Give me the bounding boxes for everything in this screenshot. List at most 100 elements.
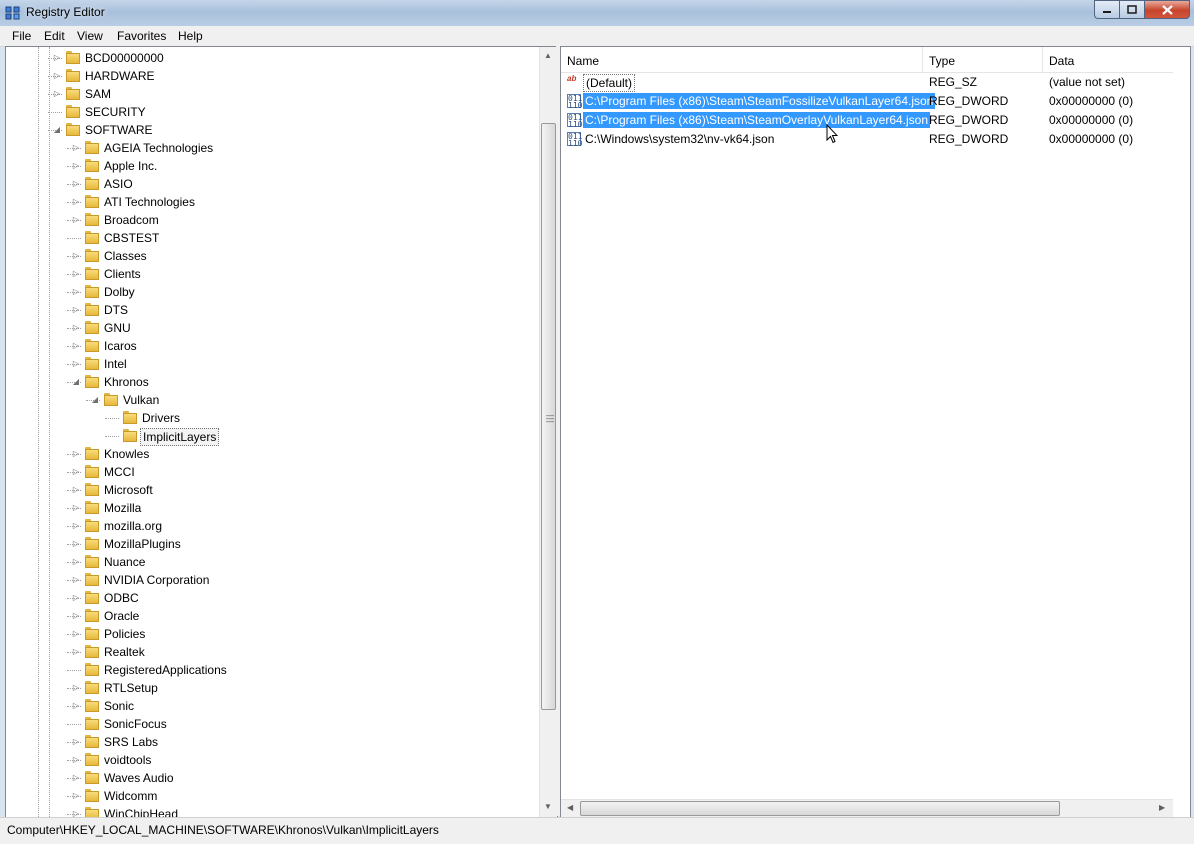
tree-node-label[interactable]: DTS [102, 302, 130, 318]
expand-arrow-icon[interactable]: ▷ [71, 517, 81, 535]
tree-node[interactable]: ◢ SOFTWARE [6, 121, 536, 139]
scroll-down-arrow-icon[interactable]: ▼ [544, 802, 552, 811]
value-name[interactable]: (Default) [583, 74, 636, 92]
expand-arrow-icon[interactable]: ▷ [71, 463, 81, 481]
tree-node[interactable]: SECURITY [6, 103, 536, 121]
tree-node-label[interactable]: Broadcom [102, 212, 161, 228]
expand-arrow-icon[interactable]: ▷ [71, 787, 81, 805]
expand-arrow-icon[interactable]: ▷ [71, 283, 81, 301]
tree-node[interactable]: ▷ GNU [6, 319, 536, 337]
value-name[interactable]: C:\Program Files (x86)\Steam\SteamOverla… [583, 112, 931, 128]
tree-node-label[interactable]: ODBC [102, 590, 141, 606]
column-header-name[interactable]: Name [561, 47, 923, 72]
tree-node[interactable]: ▷ voidtools [6, 751, 536, 769]
tree-node[interactable]: ▷ Widcomm [6, 787, 536, 805]
expand-arrow-icon[interactable]: ▷ [71, 571, 81, 589]
tree-node[interactable]: ▷ Intel [6, 355, 536, 373]
tree-node-label[interactable]: MCCI [102, 464, 137, 480]
tree-node-label[interactable]: Mozilla [102, 500, 143, 516]
tree-node-label[interactable]: Knowles [102, 446, 151, 462]
tree-node-label[interactable]: Classes [102, 248, 149, 264]
title-bar[interactable]: Registry Editor [0, 0, 1194, 26]
tree-node-label[interactable]: Clients [102, 266, 143, 282]
expand-arrow-icon[interactable]: ▷ [71, 157, 81, 175]
expand-arrow-icon[interactable]: ▷ [71, 139, 81, 157]
close-button[interactable] [1144, 0, 1190, 19]
expand-arrow-icon[interactable]: ▷ [71, 301, 81, 319]
tree-node[interactable]: ▷ NVIDIA Corporation [6, 571, 536, 589]
expand-arrow-icon[interactable]: ▷ [71, 733, 81, 751]
tree-node-label[interactable]: ATI Technologies [102, 194, 197, 210]
minimize-button[interactable] [1094, 0, 1119, 19]
values-list-pane[interactable]: Name Type Data ◀ ▶ ab (Default) REG_SZ (val… [560, 46, 1191, 818]
menu-help[interactable]: Help [178, 29, 203, 43]
tree-node[interactable]: ▷ ODBC [6, 589, 536, 607]
tree-scroll-thumb[interactable]: — — — [541, 123, 556, 710]
tree-node-label[interactable]: Waves Audio [102, 770, 176, 786]
tree-node[interactable]: ▷ Oracle [6, 607, 536, 625]
tree-node[interactable]: ▷ Classes [6, 247, 536, 265]
tree-node-label[interactable]: CBSTEST [102, 230, 161, 246]
tree-node-label[interactable]: AGEIA Technologies [102, 140, 215, 156]
key-tree-pane[interactable]: ▷ BCD00000000 ▷ HARDWARE ▷ SAM SECURITY ◢ SOFTWA… [5, 46, 558, 818]
tree-node-label[interactable]: Drivers [140, 410, 182, 426]
tree-node[interactable]: ▷ RTLSetup [6, 679, 536, 697]
expand-arrow-icon[interactable]: ▷ [71, 247, 81, 265]
scroll-left-arrow-icon[interactable]: ◀ [567, 803, 573, 812]
tree-node[interactable]: ▷ Nuance [6, 553, 536, 571]
tree-node[interactable]: SonicFocus [6, 715, 536, 733]
expand-arrow-icon[interactable]: ▷ [71, 355, 81, 373]
expand-arrow-icon[interactable]: ▷ [71, 337, 81, 355]
tree-node-label[interactable]: SAM [83, 86, 113, 102]
tree-node-label[interactable]: Icaros [102, 338, 139, 354]
tree-node[interactable]: ▷ Apple Inc. [6, 157, 536, 175]
tree-node-label[interactable]: Vulkan [121, 392, 161, 408]
maximize-button[interactable] [1119, 0, 1144, 19]
scroll-right-arrow-icon[interactable]: ▶ [1159, 803, 1165, 812]
tree-node[interactable]: ▷ MozillaPlugins [6, 535, 536, 553]
value-row[interactable]: ab (Default) REG_SZ (value not set) [561, 73, 1190, 92]
collapse-arrow-icon[interactable]: ◢ [52, 121, 62, 139]
tree-node-label[interactable]: Intel [102, 356, 129, 372]
tree-node[interactable]: ▷ DTS [6, 301, 536, 319]
tree-node-label[interactable]: ASIO [102, 176, 135, 192]
tree-node[interactable]: ▷ Microsoft [6, 481, 536, 499]
menu-edit[interactable]: Edit [44, 29, 65, 43]
tree-node-label[interactable]: Sonic [102, 698, 136, 714]
expand-arrow-icon[interactable]: ▷ [71, 265, 81, 283]
expand-arrow-icon[interactable]: ▷ [71, 751, 81, 769]
tree-node-label[interactable]: Dolby [102, 284, 137, 300]
column-header-data[interactable]: Data [1043, 47, 1190, 72]
tree-vertical-scrollbar[interactable]: ▲ — — — ▼ [539, 47, 557, 817]
expand-arrow-icon[interactable]: ▷ [71, 553, 81, 571]
expand-arrow-icon[interactable]: ▷ [52, 49, 62, 67]
tree-node[interactable]: ▷ ASIO [6, 175, 536, 193]
expand-arrow-icon[interactable]: ▷ [71, 499, 81, 517]
expand-arrow-icon[interactable]: ▷ [71, 697, 81, 715]
tree-node[interactable]: ▷ Knowles [6, 445, 536, 463]
expand-arrow-icon[interactable]: ▷ [71, 643, 81, 661]
tree-node-label[interactable]: BCD00000000 [83, 50, 166, 66]
expand-arrow-icon[interactable]: ▷ [71, 445, 81, 463]
tree-node-label[interactable]: Widcomm [102, 788, 159, 804]
menu-view[interactable]: View [77, 29, 103, 43]
tree-node-label[interactable]: Policies [102, 626, 147, 642]
expand-arrow-icon[interactable]: ▷ [71, 193, 81, 211]
tree-node[interactable]: ▷ mozilla.org [6, 517, 536, 535]
tree-node[interactable]: ▷ Realtek [6, 643, 536, 661]
tree-node-label[interactable]: SOFTWARE [83, 122, 155, 138]
expand-arrow-icon[interactable]: ▷ [71, 589, 81, 607]
tree-node-label[interactable]: SECURITY [83, 104, 148, 120]
value-row[interactable]: 011 110 C:\Program Files (x86)\Steam\Steam… [561, 92, 1190, 111]
tree-node-label[interactable]: Khronos [102, 374, 151, 390]
menu-file[interactable]: File [12, 29, 31, 43]
tree-node[interactable]: ImplicitLayers [6, 427, 536, 446]
tree-node[interactable]: ◢ Khronos [6, 373, 536, 391]
tree-node[interactable]: Drivers [6, 409, 536, 427]
tree-node[interactable]: ▷ Icaros [6, 337, 536, 355]
tree-node-label[interactable]: SRS Labs [102, 734, 160, 750]
expand-arrow-icon[interactable]: ▷ [71, 769, 81, 787]
value-name[interactable]: C:\Windows\system32\nv-vk64.json [583, 131, 776, 147]
tree-node[interactable]: ▷ ATI Technologies [6, 193, 536, 211]
tree-node[interactable]: ▷ Sonic [6, 697, 536, 715]
